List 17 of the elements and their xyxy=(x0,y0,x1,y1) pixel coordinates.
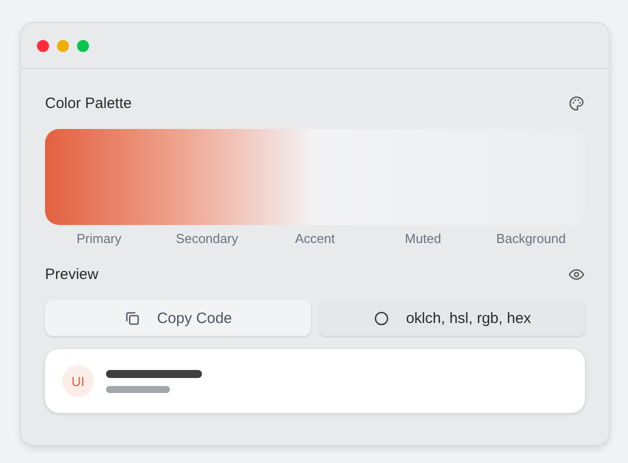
swatch-label: Background xyxy=(495,231,567,246)
minimize-button[interactable] xyxy=(57,40,69,52)
placeholder-line xyxy=(106,386,170,392)
close-button[interactable] xyxy=(37,40,49,52)
palette-icon[interactable] xyxy=(568,94,585,112)
section-title: Color Palette xyxy=(45,94,132,112)
swatch-label: Primary xyxy=(76,231,122,246)
section-title: Preview xyxy=(45,266,98,282)
swatch-label: Muted xyxy=(404,231,442,246)
circle-icon xyxy=(372,310,390,326)
swatch-label: Accent xyxy=(294,231,336,246)
maximize-button[interactable] xyxy=(77,40,89,52)
copy-button[interactable]: Copy Code xyxy=(45,300,311,336)
format-button[interactable]: oklch, hsl, rgb, hex xyxy=(319,300,585,336)
swatch-label: Secondary xyxy=(174,231,240,246)
avatar: UI xyxy=(62,365,94,397)
copy-icon xyxy=(124,310,141,326)
